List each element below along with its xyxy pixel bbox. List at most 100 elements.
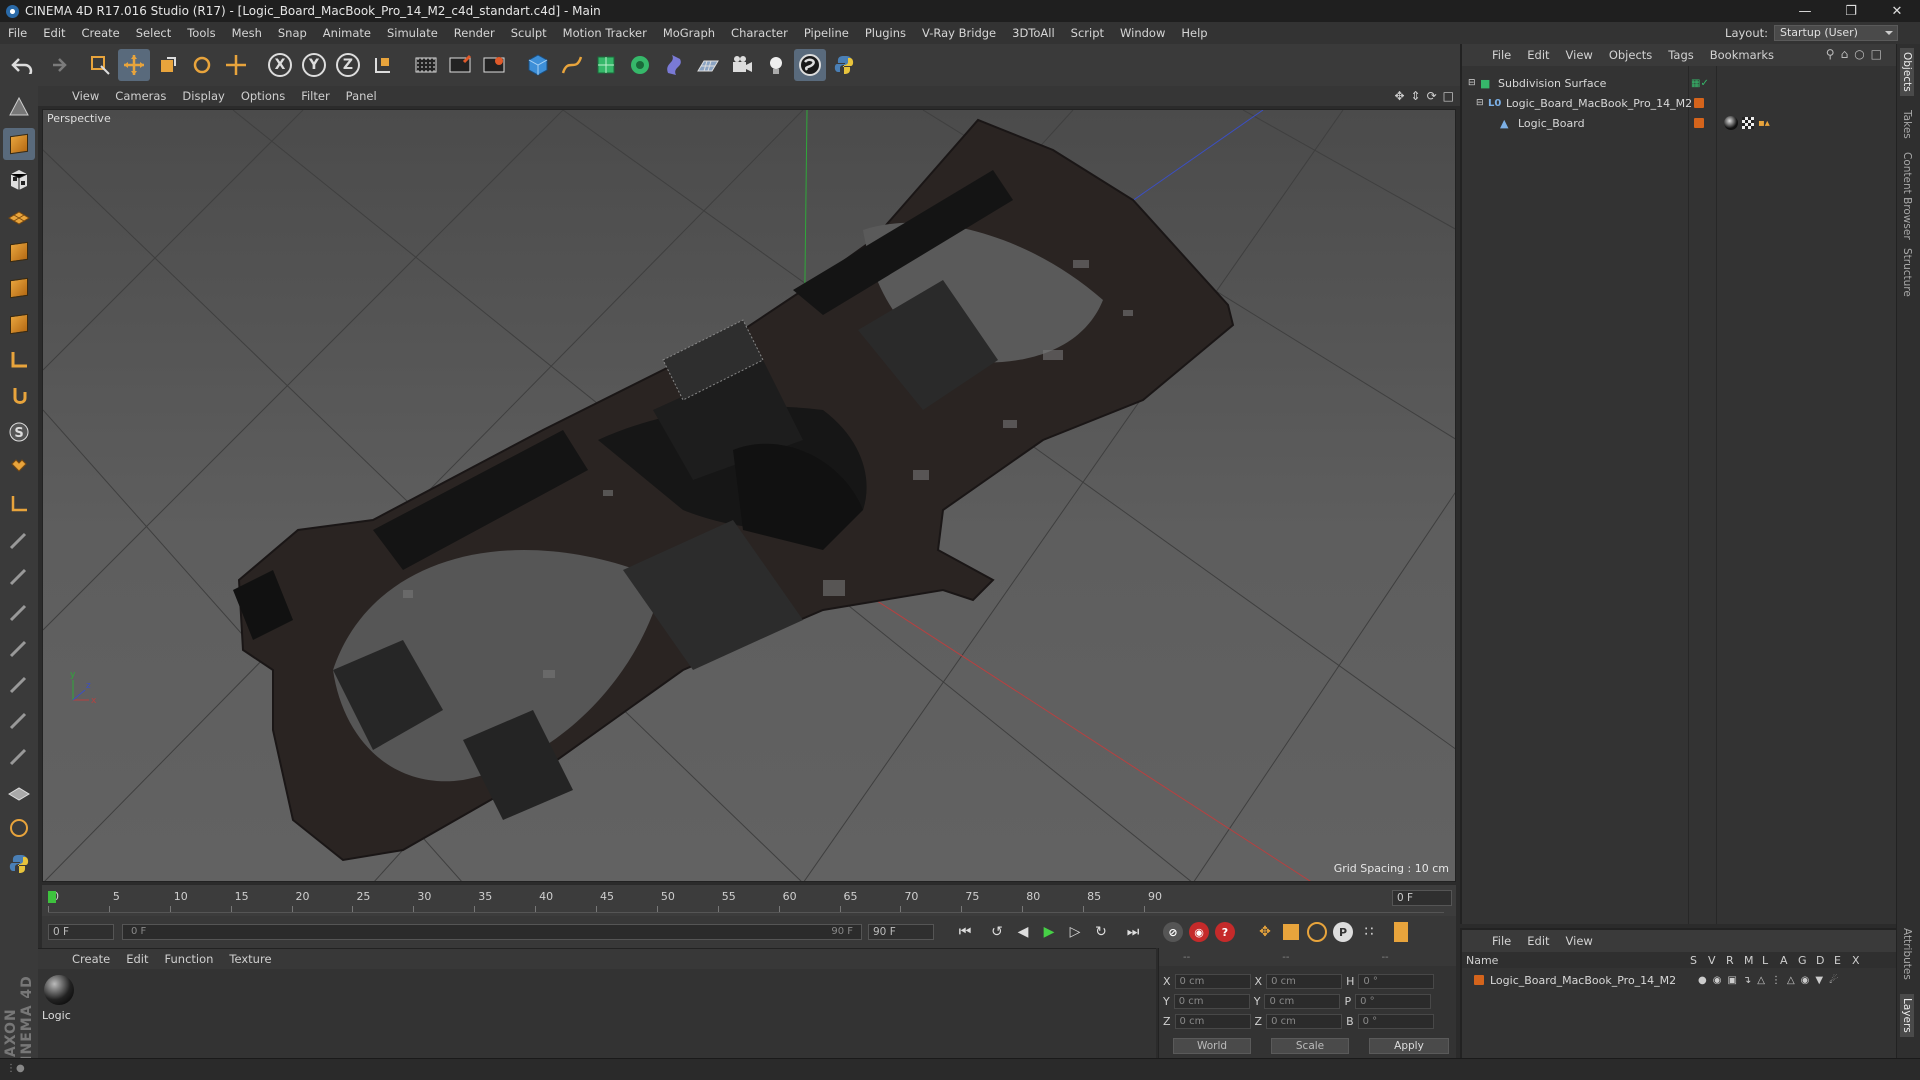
- timeline[interactable]: 051015202530354045505560657075808590 0 F: [42, 884, 1456, 916]
- mask-brush-icon[interactable]: [3, 740, 35, 772]
- camera-icon[interactable]: [726, 49, 758, 81]
- menu-pipeline[interactable]: Pipeline: [796, 26, 857, 40]
- z-axis-lock-button[interactable]: Z: [332, 49, 364, 81]
- paint-brush-icon[interactable]: [3, 560, 35, 592]
- menu-file[interactable]: File: [0, 26, 35, 40]
- menu-vray-bridge[interactable]: V-Ray Bridge: [914, 26, 1004, 40]
- end-frame-field[interactable]: 90 F: [868, 924, 934, 940]
- scale-tool-icon[interactable]: [152, 49, 184, 81]
- y-axis-lock-button[interactable]: Y: [298, 49, 330, 81]
- position-x-field[interactable]: 0 cm: [1174, 973, 1251, 989]
- previous-key-button[interactable]: ↺: [984, 919, 1010, 945]
- subdivision-surface-icon[interactable]: [590, 49, 622, 81]
- workplane-icon[interactable]: [3, 488, 35, 520]
- object-manager-search-icon[interactable]: ⚲⌂○□: [1826, 47, 1888, 61]
- layers-menu-view[interactable]: View: [1558, 934, 1601, 948]
- render-picture-viewer-icon[interactable]: [444, 49, 476, 81]
- close-button[interactable]: ✕: [1874, 0, 1920, 22]
- magnet-icon[interactable]: [3, 452, 35, 484]
- viewport-menu-filter[interactable]: Filter: [293, 89, 337, 103]
- smooth-brush-icon[interactable]: [3, 596, 35, 628]
- object-name[interactable]: Logic_Board_MacBook_Pro_14_M2: [1506, 97, 1692, 110]
- solo-icon[interactable]: [3, 812, 35, 844]
- parameter-key-icon[interactable]: P: [1330, 919, 1356, 945]
- go-to-start-button[interactable]: ⏮: [952, 919, 978, 945]
- menu-script[interactable]: Script: [1063, 26, 1112, 40]
- menu-select[interactable]: Select: [128, 26, 179, 40]
- menu-motion-tracker[interactable]: Motion Tracker: [555, 26, 655, 40]
- layers-menu-edit[interactable]: Edit: [1519, 934, 1557, 948]
- layer-toggle-icons[interactable]: ●◉▣↴△⋮△◉▼☄: [1698, 975, 1844, 986]
- layer-name[interactable]: Logic_Board_MacBook_Pro_14_M2: [1490, 974, 1698, 987]
- timeline-window-icon[interactable]: [1388, 919, 1414, 945]
- autokey-icon[interactable]: ◉: [1186, 919, 1212, 945]
- menu-tools[interactable]: Tools: [179, 26, 223, 40]
- next-frame-button[interactable]: ▷: [1062, 919, 1088, 945]
- viewport-menu-display[interactable]: Display: [174, 89, 232, 103]
- menu-create[interactable]: Create: [74, 26, 128, 40]
- edges-mode-icon[interactable]: [3, 272, 35, 304]
- mograph-cloner-icon[interactable]: [624, 49, 656, 81]
- object-row[interactable]: ▲ Logic_Board ▪▴: [1462, 113, 1896, 133]
- size-x-field[interactable]: 0 cm: [1266, 973, 1343, 989]
- menu-mesh[interactable]: Mesh: [224, 26, 270, 40]
- restore-button[interactable]: ❐: [1828, 0, 1874, 22]
- python-icon[interactable]: [828, 49, 860, 81]
- material-preview-ball[interactable]: [44, 975, 74, 1005]
- objects-menu-edit[interactable]: Edit: [1519, 48, 1557, 62]
- viewport-menu-view[interactable]: View: [64, 89, 107, 103]
- grab-brush-icon[interactable]: [3, 704, 35, 736]
- material-menu-create[interactable]: Create: [64, 952, 118, 966]
- tab-structure[interactable]: Structure: [1900, 244, 1914, 301]
- coordinate-mode-dropdown[interactable]: World: [1173, 1038, 1251, 1054]
- selection-tag-icon[interactable]: ▪▴: [1758, 118, 1770, 129]
- rotation-p-field[interactable]: 0 °: [1355, 993, 1432, 1009]
- viewport-menu-panel[interactable]: Panel: [338, 89, 385, 103]
- objects-menu-file[interactable]: File: [1484, 48, 1519, 62]
- objects-menu-bookmarks[interactable]: Bookmarks: [1702, 48, 1782, 62]
- frame-range-slider[interactable]: 0 F 90 F: [122, 924, 862, 940]
- timeline-playhead[interactable]: [48, 891, 56, 903]
- next-key-button[interactable]: ↻: [1088, 919, 1114, 945]
- floor-scene-icon[interactable]: [692, 49, 724, 81]
- object-name[interactable]: Subdivision Surface: [1498, 77, 1606, 90]
- menu-help[interactable]: Help: [1173, 26, 1215, 40]
- texture-mode-icon[interactable]: [3, 164, 35, 196]
- viewport-menu-cameras[interactable]: Cameras: [107, 89, 174, 103]
- size-y-field[interactable]: 0 cm: [1264, 993, 1341, 1009]
- rotate-tool-icon[interactable]: [186, 49, 218, 81]
- model-mode-icon[interactable]: [3, 128, 35, 160]
- sculpt-brush-icon[interactable]: [3, 524, 35, 556]
- workplane-mode-icon[interactable]: [3, 200, 35, 232]
- tab-layers[interactable]: Layers: [1900, 994, 1914, 1037]
- viewport-pan-icon[interactable]: ✥: [1394, 89, 1404, 103]
- tab-objects[interactable]: Objects: [1900, 48, 1914, 96]
- menu-character[interactable]: Character: [723, 26, 796, 40]
- cube-primitive-icon[interactable]: [522, 49, 554, 81]
- light-icon[interactable]: [760, 49, 792, 81]
- coordinate-system-icon[interactable]: [366, 49, 398, 81]
- menu-plugins[interactable]: Plugins: [857, 26, 914, 40]
- polygons-mode-icon[interactable]: [3, 308, 35, 340]
- knife-brush-icon[interactable]: [3, 668, 35, 700]
- layer-color-swatch[interactable]: [1694, 118, 1704, 128]
- viewport-rotate-icon[interactable]: ⟳: [1427, 89, 1437, 103]
- layers-menu-file[interactable]: File: [1484, 934, 1519, 948]
- layer-color-swatch[interactable]: [1474, 975, 1484, 985]
- snapping-icon[interactable]: S: [3, 416, 35, 448]
- transform-tool-icon[interactable]: [220, 49, 252, 81]
- render-settings-icon[interactable]: [478, 49, 510, 81]
- menu-sculpt[interactable]: Sculpt: [503, 26, 555, 40]
- tab-content-browser[interactable]: Content Browser: [1900, 148, 1914, 244]
- menu-3dtoall[interactable]: 3DToAll: [1004, 26, 1063, 40]
- live-selection-icon[interactable]: [84, 49, 116, 81]
- tab-takes[interactable]: Takes: [1900, 106, 1914, 143]
- menu-mograph[interactable]: MoGraph: [655, 26, 723, 40]
- redo-button[interactable]: [40, 49, 72, 81]
- python-script-icon[interactable]: [3, 848, 35, 880]
- position-z-field[interactable]: 0 cm: [1174, 1013, 1251, 1029]
- material-menu-function[interactable]: Function: [157, 952, 222, 966]
- perspective-viewport[interactable]: y x z Perspective Grid Spacing : 10 cm: [42, 109, 1456, 882]
- menu-simulate[interactable]: Simulate: [379, 26, 446, 40]
- x-axis-lock-button[interactable]: X: [264, 49, 296, 81]
